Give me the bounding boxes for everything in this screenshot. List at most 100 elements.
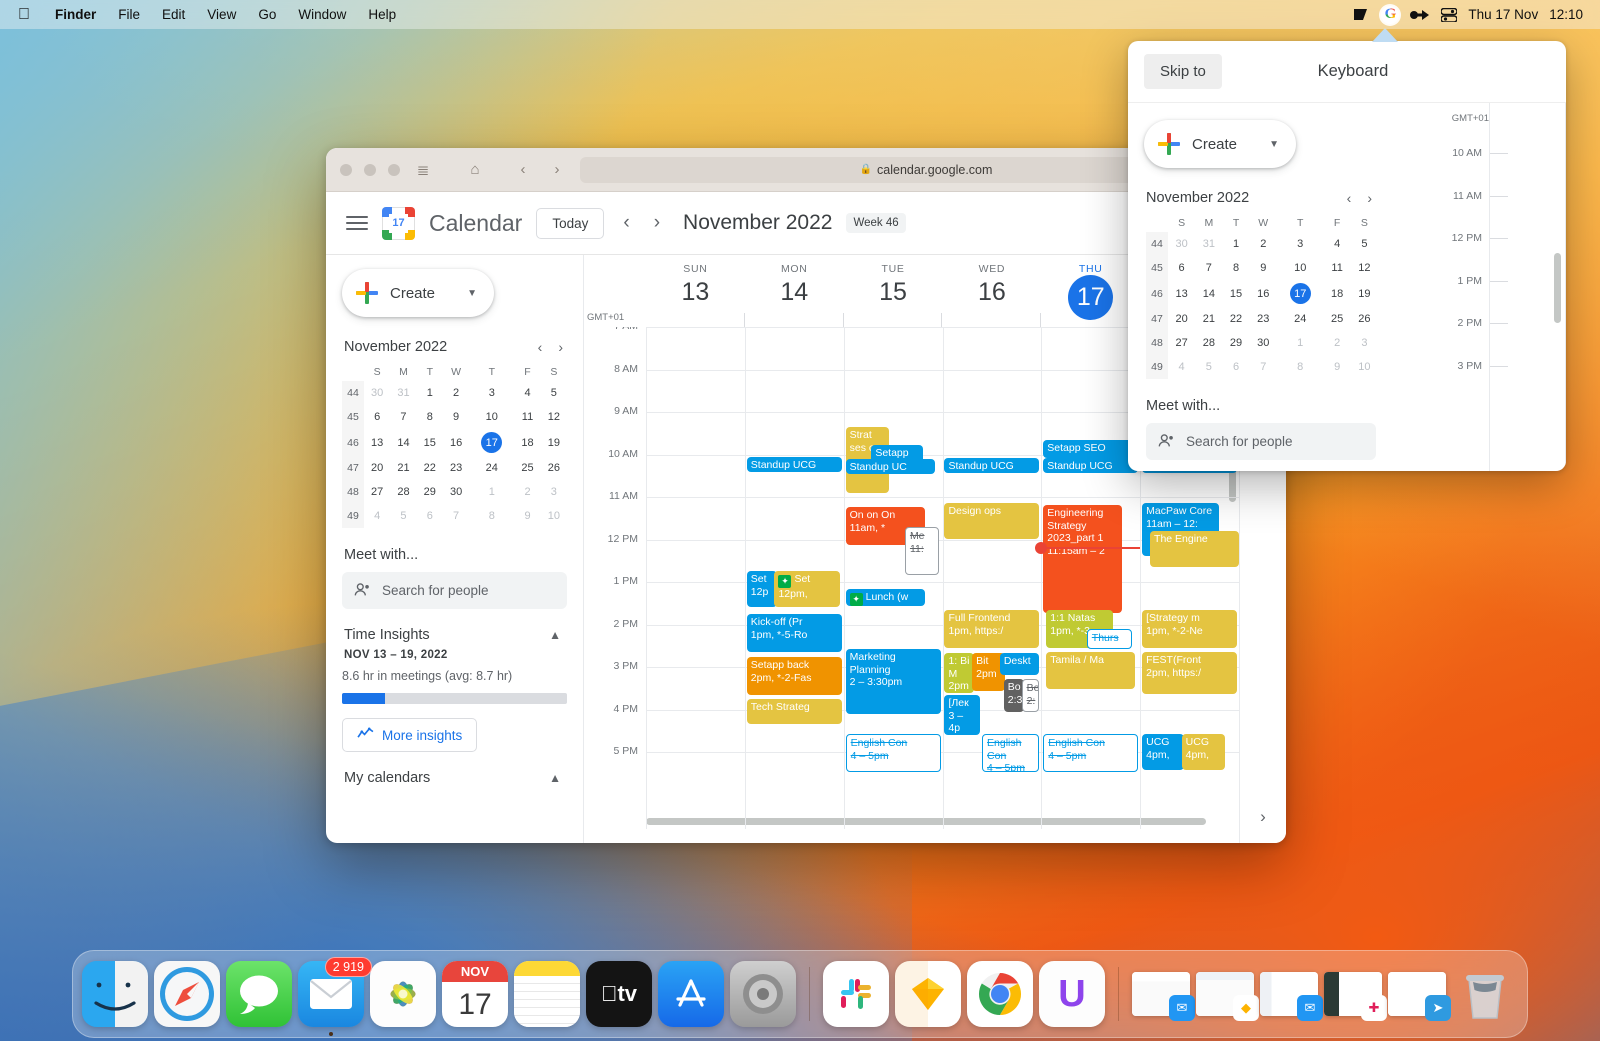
mini-day-cell[interactable]: 9	[1324, 355, 1351, 379]
mini-day-cell[interactable]: 28	[1195, 331, 1222, 355]
hamburger-icon[interactable]	[346, 216, 368, 230]
calendar-event[interactable]: Standup UC9am – *-2-	[845, 459, 935, 474]
mini-day-cell[interactable]: 15	[1222, 280, 1249, 307]
mini-day-cell[interactable]: 12	[541, 405, 567, 429]
mini-day-cell[interactable]: 5	[1195, 355, 1222, 379]
calendar-event[interactable]: The Engine	[1150, 531, 1239, 567]
next-week-button[interactable]: ›	[649, 212, 665, 234]
mini-day-cell[interactable]: 5	[1351, 232, 1378, 256]
mini-day-cell[interactable]: 4	[514, 381, 540, 405]
day-column-header-mon[interactable]: MON 14	[745, 255, 844, 327]
popup-mini-next-button[interactable]: ›	[1367, 190, 1372, 206]
mini-day-cell[interactable]: 10	[1351, 355, 1378, 379]
mini-day-cell[interactable]: 2	[443, 381, 469, 405]
back-icon[interactable]: ‹	[512, 161, 534, 178]
mini-day-cell[interactable]: 23	[443, 456, 469, 480]
mini-day-cell[interactable]: 8	[1222, 256, 1249, 280]
mini-day-cell[interactable]: 3	[541, 480, 567, 504]
my-calendars-header[interactable]: My calendars ▲	[344, 770, 567, 786]
mini-day-cell[interactable]: 31	[1195, 232, 1222, 256]
calendar-event[interactable]: English Con 4 – 5pm	[845, 734, 941, 772]
menu-item-window[interactable]: Window	[287, 7, 357, 22]
expand-rail-icon[interactable]: ›	[1251, 805, 1275, 829]
mini-day-cell[interactable]: 30	[364, 381, 390, 405]
mini-day-cell[interactable]: 7	[1250, 355, 1277, 379]
calendar-event[interactable]: Standup UCG	[1043, 458, 1139, 473]
mini-day-cell[interactable]: 10	[469, 405, 514, 429]
mini-day-cell[interactable]: 26	[541, 456, 567, 480]
mini-day-cell[interactable]: 29	[417, 480, 443, 504]
create-button[interactable]: Create ▼	[342, 269, 494, 317]
mini-day-cell[interactable]: 8	[417, 405, 443, 429]
mini-day-cell[interactable]: 11	[1324, 256, 1351, 280]
menu-item-finder[interactable]: Finder	[44, 7, 107, 22]
dock-minimized-slack[interactable]: ✚	[1324, 972, 1387, 1021]
mini-day-cell[interactable]: 17	[1277, 280, 1324, 307]
mini-day-cell[interactable]: 19	[1351, 280, 1378, 307]
calendar-event[interactable]: Engineering Strategy 2023_part 1 11:15am …	[1043, 505, 1123, 613]
mini-day-cell[interactable]: 6	[1168, 256, 1195, 280]
mini-day-cell[interactable]: 28	[390, 480, 416, 504]
day-number[interactable]: 14	[745, 278, 844, 307]
calendar-event[interactable]: UCG 4pm,	[1181, 734, 1226, 770]
mini-day-cell[interactable]: 25	[514, 456, 540, 480]
mini-day-cell[interactable]: 3	[1277, 232, 1324, 256]
mini-day-cell[interactable]: 3	[1351, 331, 1378, 355]
calendar-event[interactable]: English Con 4 – 5pm	[1043, 734, 1139, 772]
mini-day-cell[interactable]: 26	[1351, 307, 1378, 331]
mini-day-cell[interactable]: 27	[364, 480, 390, 504]
audio-device-icon[interactable]	[1410, 9, 1430, 21]
day-column-header-tue[interactable]: TUE 15	[844, 255, 943, 327]
mini-day-cell[interactable]: 11	[514, 405, 540, 429]
mini-day-cell[interactable]: 30	[1250, 331, 1277, 355]
mini-day-cell[interactable]: 13	[364, 429, 390, 456]
calendar-event[interactable]: Design ops	[944, 503, 1040, 539]
menu-item-view[interactable]: View	[196, 7, 247, 22]
sliders-icon[interactable]: ≣	[412, 161, 434, 179]
mini-day-cell[interactable]: 15	[417, 429, 443, 456]
dock-minimized-mail-2[interactable]: ✉	[1260, 972, 1323, 1021]
calendar-event[interactable]: UCG 4pm,	[1142, 734, 1184, 770]
mini-day-cell[interactable]: 1	[1222, 232, 1249, 256]
menu-item-edit[interactable]: Edit	[151, 7, 196, 22]
today-button[interactable]: Today	[536, 207, 605, 239]
calendar-event[interactable]: Tech Strateg	[746, 699, 842, 724]
dock-item-slack[interactable]	[823, 961, 889, 1027]
dock-item-finder[interactable]	[82, 961, 148, 1027]
dock-item-calendar[interactable]: NOV 17	[442, 961, 508, 1027]
mini-day-cell[interactable]: 18	[1324, 280, 1351, 307]
mini-day-cell[interactable]: 1	[469, 480, 514, 504]
mini-day-cell[interactable]: 10	[541, 504, 567, 528]
dock-minimized-safari[interactable]: ➤	[1388, 972, 1451, 1021]
popup-search-people-input[interactable]: Search for people	[1146, 423, 1376, 460]
mini-day-cell[interactable]: 2	[514, 480, 540, 504]
dock-item-chrome[interactable]	[967, 961, 1033, 1027]
mini-day-cell[interactable]: 10	[1277, 256, 1324, 280]
more-insights-button[interactable]: More insights	[342, 718, 478, 752]
screen-recording-icon[interactable]	[1353, 8, 1370, 22]
calendar-event[interactable]: Me 11:	[904, 527, 939, 575]
calendar-event[interactable]: Be 2:	[1021, 679, 1040, 712]
mini-day-cell[interactable]: 14	[1195, 280, 1222, 307]
menu-item-go[interactable]: Go	[247, 7, 287, 22]
mini-day-cell[interactable]: 5	[390, 504, 416, 528]
mini-day-cell[interactable]: 30	[1168, 232, 1195, 256]
calendar-event[interactable]: Setapp SEO	[1043, 440, 1133, 458]
calendar-event[interactable]: Full Frontend 1pm, https:/	[944, 610, 1040, 648]
chevron-up-icon[interactable]: ▲	[549, 628, 567, 642]
calendar-event[interactable]: ✦ Set 12pm,	[774, 571, 840, 607]
mini-day-cell[interactable]: 8	[1277, 355, 1324, 379]
calendar-event[interactable]: English Con 4 – 5pm	[982, 734, 1040, 772]
mini-calendar-next-button[interactable]: ›	[558, 339, 563, 355]
day-number[interactable]: 17	[1068, 275, 1114, 320]
mini-day-cell[interactable]: 1	[417, 381, 443, 405]
calendar-event[interactable]: Tamila / Ma	[1046, 652, 1136, 689]
forward-icon[interactable]: ›	[546, 161, 568, 178]
dock-item-system-settings[interactable]	[730, 961, 796, 1027]
mini-day-cell[interactable]: 2	[1324, 331, 1351, 355]
calendar-event[interactable]: Bo 2:3	[1003, 679, 1024, 712]
calendar-event[interactable]: FEST(Front 2pm, https:/	[1142, 652, 1238, 694]
mini-day-cell[interactable]: 12	[1351, 256, 1378, 280]
close-window-button[interactable]	[340, 163, 352, 176]
mini-day-cell[interactable]: 25	[1324, 307, 1351, 331]
